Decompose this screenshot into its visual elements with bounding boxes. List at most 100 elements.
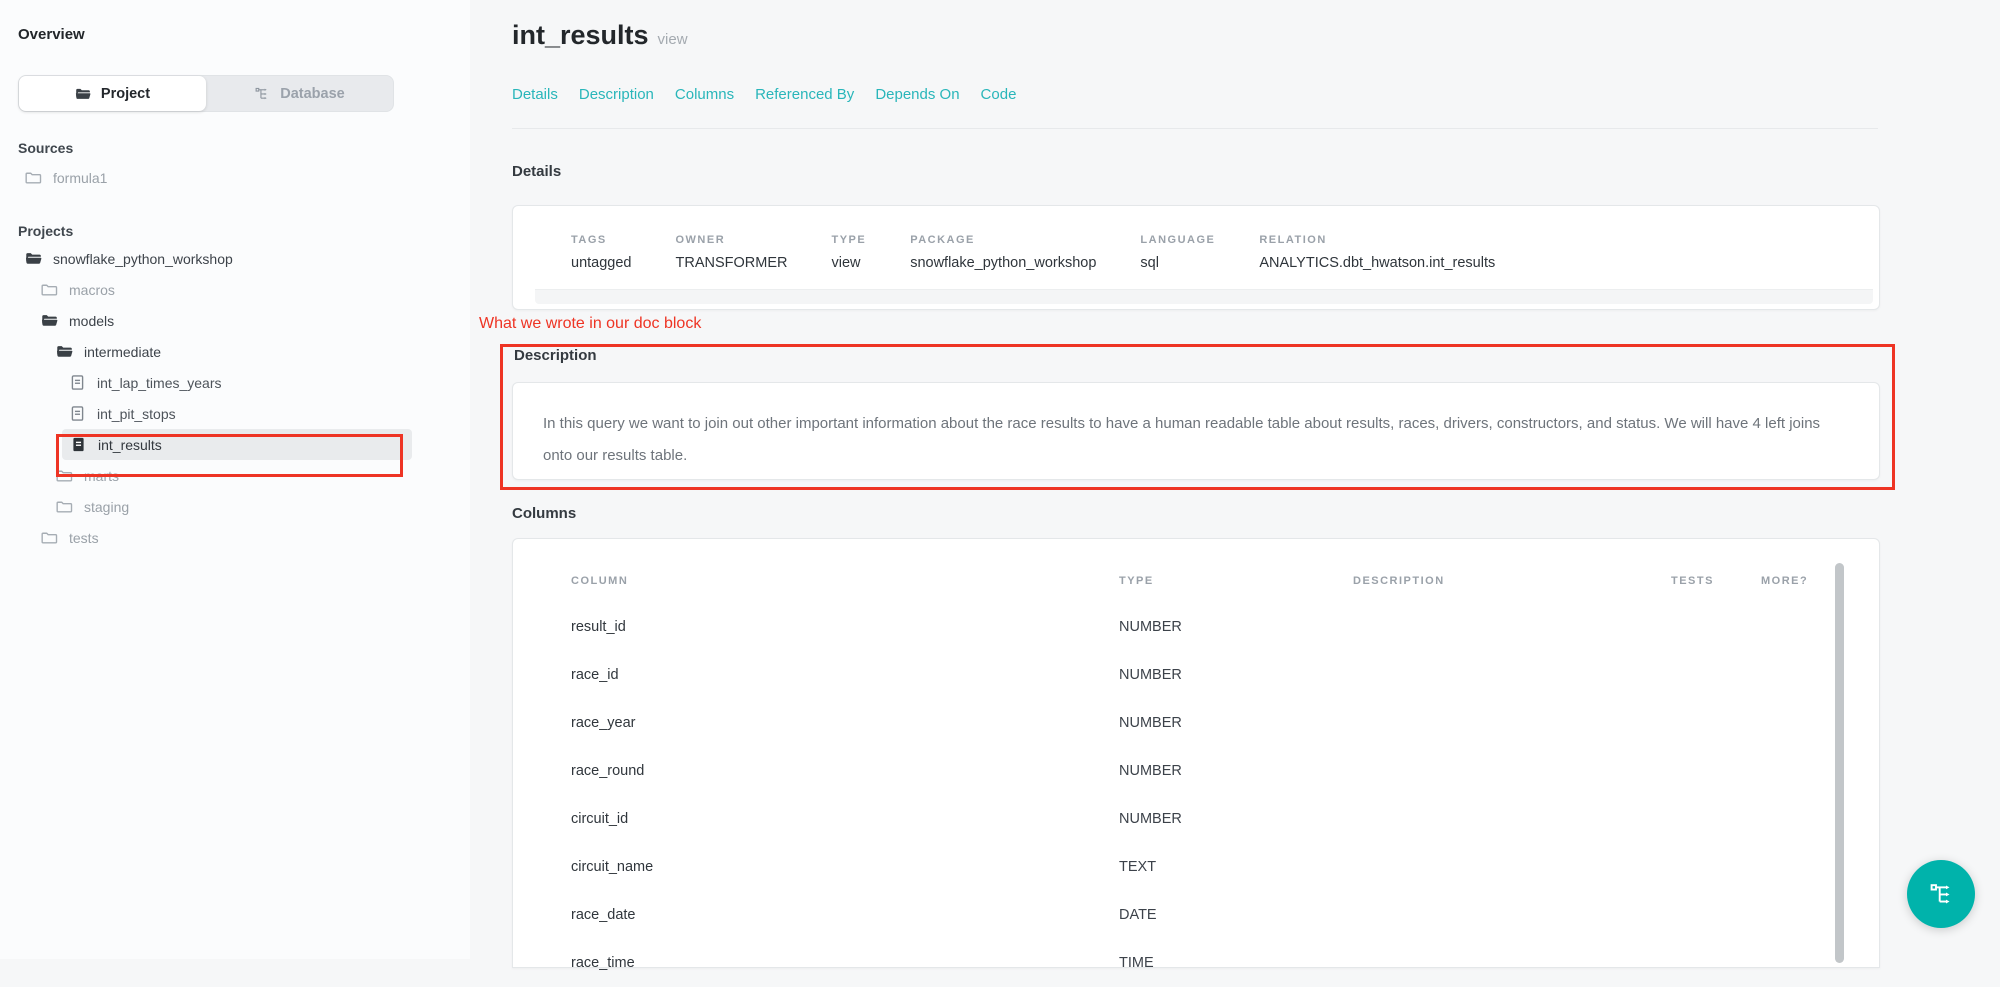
tree-item-models[interactable]: models	[18, 305, 452, 336]
detail-label: OWNER	[675, 234, 787, 246]
folder-icon	[25, 169, 42, 186]
columns-scrollbar[interactable]	[1835, 563, 1844, 963]
column-name: race_date	[571, 907, 1119, 923]
tree-item-snowflake-python-workshop[interactable]: snowflake_python_workshop	[18, 243, 452, 274]
column-type: TEXT	[1119, 859, 1353, 875]
detail-field-relation: RELATION ANALYTICS.dbt_hwatson.int_resul…	[1259, 234, 1495, 271]
tab-depends-on[interactable]: Depends On	[875, 86, 959, 103]
detail-label: PACKAGE	[910, 234, 1096, 246]
tab-bar: Details Description Columns Referenced B…	[512, 86, 1016, 103]
table-row-race-id[interactable]: race_id NUMBER	[571, 651, 1879, 699]
column-type: NUMBER	[1119, 667, 1353, 683]
toggle-database-button[interactable]: Database	[206, 76, 393, 111]
description-body: In this query we want to join out other …	[543, 408, 1845, 472]
toggle-project-label: Project	[101, 86, 150, 102]
column-name: result_id	[571, 619, 1119, 635]
table-row-circuit-id[interactable]: circuit_id NUMBER	[571, 795, 1879, 843]
lineage-graph-button[interactable]	[1907, 860, 1975, 928]
tree-item-marts[interactable]: marts	[18, 460, 452, 491]
model-name: int_results	[512, 20, 649, 50]
tree-item-label: tests	[69, 530, 99, 546]
column-header-description: DESCRIPTION	[1353, 575, 1671, 587]
column-name: circuit_name	[571, 859, 1119, 875]
tree-item-label: int_results	[98, 437, 162, 453]
table-row-result-id[interactable]: result_id NUMBER	[571, 603, 1879, 651]
folder-open-icon	[41, 312, 58, 329]
file-icon	[69, 405, 86, 422]
tab-divider	[512, 128, 1878, 129]
detail-label: TAGS	[571, 234, 631, 246]
materialization-badge: view	[658, 31, 688, 48]
detail-value: ANALYTICS.dbt_hwatson.int_results	[1259, 255, 1495, 271]
details-footer-strip	[535, 289, 1873, 304]
detail-field-owner: OWNER TRANSFORMER	[675, 234, 787, 271]
overview-heading: Overview	[18, 26, 452, 43]
folder-open-icon	[56, 343, 73, 360]
columns-table-header: COLUMN TYPE DESCRIPTION TESTS MORE?	[571, 569, 1879, 593]
column-type: TIME	[1119, 955, 1353, 971]
toggle-project-button[interactable]: Project	[19, 76, 206, 111]
columns-card: COLUMN TYPE DESCRIPTION TESTS MORE? resu…	[512, 538, 1880, 968]
detail-field-package: PACKAGE snowflake_python_workshop	[910, 234, 1096, 271]
page-title: int_results view	[512, 20, 688, 51]
tree-item-int-pit-stops[interactable]: int_pit_stops	[18, 398, 452, 429]
description-card: In this query we want to join out other …	[512, 382, 1880, 480]
column-type: NUMBER	[1119, 763, 1353, 779]
tree-item-staging[interactable]: staging	[18, 491, 452, 522]
detail-field-language: LANGUAGE sql	[1140, 234, 1215, 271]
detail-label: RELATION	[1259, 234, 1495, 246]
tree-item-label: models	[69, 313, 114, 329]
tree-item-tests[interactable]: tests	[18, 522, 452, 553]
column-type: NUMBER	[1119, 619, 1353, 635]
tree-item-label: staging	[84, 499, 129, 515]
tab-details[interactable]: Details	[512, 86, 558, 103]
detail-value: TRANSFORMER	[675, 255, 787, 271]
main-content: int_results view Details Description Colu…	[470, 0, 2000, 959]
tree-item-label: formula1	[53, 170, 107, 186]
column-header-more: MORE?	[1761, 575, 1879, 587]
annotation-text: What we wrote in our doc block	[479, 315, 701, 333]
detail-field-tags: TAGS untagged	[571, 234, 631, 271]
tree-item-formula1[interactable]: formula1	[18, 162, 452, 193]
column-type: NUMBER	[1119, 715, 1353, 731]
toggle-database-label: Database	[280, 86, 344, 102]
tree-item-int-results[interactable]: int_results	[62, 429, 412, 460]
tab-referenced-by[interactable]: Referenced By	[755, 86, 854, 103]
table-row-circuit-name[interactable]: circuit_name TEXT	[571, 843, 1879, 891]
tab-columns[interactable]: Columns	[675, 86, 734, 103]
description-heading: Description	[514, 347, 597, 364]
tree-item-macros[interactable]: macros	[18, 274, 452, 305]
column-name: race_time	[571, 955, 1119, 971]
tree-item-label: int_pit_stops	[97, 406, 176, 422]
tree-item-label: macros	[69, 282, 115, 298]
tab-description[interactable]: Description	[579, 86, 654, 103]
column-header-type: TYPE	[1119, 575, 1353, 587]
tree-item-intermediate[interactable]: intermediate	[18, 336, 452, 367]
table-row-race-round[interactable]: race_round NUMBER	[571, 747, 1879, 795]
detail-label: TYPE	[831, 234, 866, 246]
column-name: race_round	[571, 763, 1119, 779]
projects-tree: snowflake_python_workshop macros models …	[18, 243, 452, 553]
details-card: TAGS untagged OWNER TRANSFORMER TYPE vie…	[512, 205, 1880, 310]
detail-value: untagged	[571, 255, 631, 271]
sidebar: Overview Project Database Sources formul…	[0, 0, 470, 959]
table-row-race-year[interactable]: race_year NUMBER	[571, 699, 1879, 747]
table-row-race-time[interactable]: race_time TIME	[571, 939, 1879, 987]
sources-tree: formula1	[18, 162, 452, 193]
column-type: NUMBER	[1119, 811, 1353, 827]
columns-heading: Columns	[512, 505, 576, 522]
column-header-column: COLUMN	[571, 575, 1119, 587]
folder-open-icon	[25, 250, 42, 267]
tree-item-int-lap-times-years[interactable]: int_lap_times_years	[18, 367, 452, 398]
column-name: circuit_id	[571, 811, 1119, 827]
tree-item-label: intermediate	[84, 344, 161, 360]
tab-code[interactable]: Code	[981, 86, 1017, 103]
folder-icon	[41, 281, 58, 298]
details-fields: TAGS untagged OWNER TRANSFORMER TYPE vie…	[571, 234, 1879, 271]
column-header-tests: TESTS	[1671, 575, 1761, 587]
details-heading: Details	[512, 163, 561, 180]
table-row-race-date[interactable]: race_date DATE	[571, 891, 1879, 939]
file-icon	[69, 374, 86, 391]
tree-item-label: marts	[84, 468, 119, 484]
folder-icon	[41, 529, 58, 546]
